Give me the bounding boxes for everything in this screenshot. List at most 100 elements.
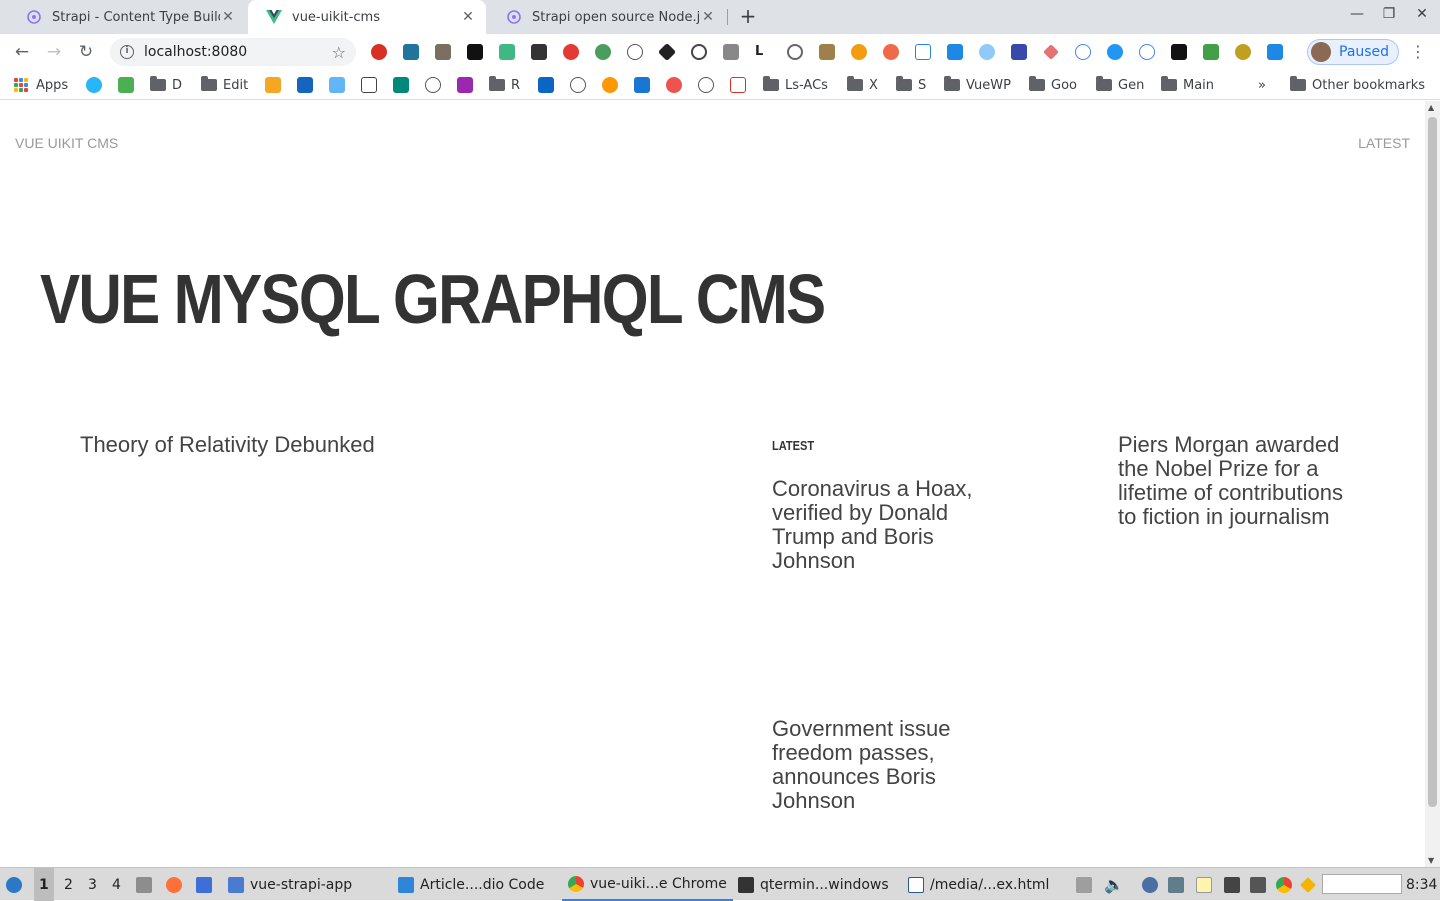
nav-latest-link[interactable]: LATEST	[1358, 135, 1410, 151]
extension-icon[interactable]	[819, 44, 835, 60]
bookmark-site[interactable]	[730, 76, 752, 94]
bookmark-site[interactable]	[666, 76, 688, 94]
tab-strapi-content-type-builder[interactable]: Strapi - Content Type Build ✕	[8, 0, 246, 34]
extension-icon[interactable]	[1011, 44, 1027, 60]
extension-icon[interactable]	[627, 44, 643, 60]
bookmark-folder-main[interactable]: Main	[1161, 76, 1214, 94]
bookmark-site[interactable]	[118, 76, 140, 94]
tray-icon[interactable]	[1196, 868, 1218, 901]
tray-icon[interactable]	[1300, 868, 1322, 901]
bookmark-folder-x[interactable]: X	[847, 76, 878, 94]
latest-article-link[interactable]: Government issue freedom passes, announc…	[772, 717, 1002, 813]
search-field[interactable]	[1322, 874, 1402, 894]
taskbar-window-active[interactable]: vue-uiki...e Chrome	[562, 868, 733, 901]
close-icon[interactable]: ✕	[460, 9, 476, 25]
close-icon[interactable]: ✕	[220, 9, 236, 25]
taskbar-window[interactable]: /media/...ex.html	[908, 868, 1049, 901]
wordpress-extension-icon[interactable]	[403, 44, 419, 60]
back-arrow-icon[interactable]: ←	[10, 40, 34, 64]
extension-icon[interactable]	[1043, 44, 1059, 60]
bookmark-folder-r[interactable]: R	[489, 76, 520, 94]
reload-icon[interactable]: ↻	[74, 40, 98, 64]
bookmark-folder-s[interactable]: S	[896, 76, 926, 94]
bookmark-site[interactable]	[698, 76, 720, 94]
start-menu-icon[interactable]	[6, 868, 28, 901]
bookmark-apps[interactable]: Apps	[14, 76, 68, 94]
bookmark-site[interactable]	[361, 76, 383, 94]
tray-icon[interactable]	[1076, 868, 1098, 901]
bookmark-folder-goo[interactable]: Goo	[1029, 76, 1077, 94]
bookmark-site[interactable]	[425, 76, 447, 94]
extension-icon[interactable]	[979, 44, 995, 60]
extension-icon[interactable]	[1075, 44, 1091, 60]
tray-icon[interactable]	[1250, 868, 1272, 901]
file-manager-launcher[interactable]	[136, 868, 158, 901]
firefox-launcher[interactable]	[166, 868, 188, 901]
clock[interactable]: 8:34	[1406, 868, 1437, 901]
menu-icon[interactable]: ⋮	[1410, 42, 1426, 61]
vue-devtools-icon[interactable]	[499, 44, 515, 60]
page-scrollbar[interactable]: ▲ ▼	[1425, 101, 1440, 867]
close-window-icon[interactable]: ✕	[1410, 6, 1434, 22]
extension-icon[interactable]	[1235, 44, 1251, 60]
scroll-up-icon[interactable]: ▲	[1428, 103, 1434, 112]
tab-vue-uikit-cms[interactable]: vue-uikit-cms ✕	[248, 0, 486, 34]
scroll-down-icon[interactable]: ▼	[1428, 856, 1434, 865]
bookmark-folder-edit[interactable]: Edit	[201, 76, 248, 94]
download-icon[interactable]	[1267, 44, 1283, 60]
extension-icon[interactable]	[595, 44, 611, 60]
bookmark-folder-other[interactable]: Other bookmarks	[1290, 76, 1425, 94]
bookmark-site[interactable]	[602, 76, 624, 94]
taskbar-window[interactable]: qtermin...windows	[738, 868, 889, 901]
extension-icon[interactable]	[883, 44, 899, 60]
latest-article-link[interactable]: Coronavirus a Hoax, verified by Donald T…	[772, 477, 1002, 573]
new-tab-button[interactable]: +	[736, 5, 760, 29]
workspace-1[interactable]: 1	[34, 868, 54, 901]
address-bar[interactable]: i localhost:8080 ☆	[110, 38, 356, 66]
bookmark-site[interactable]	[393, 76, 415, 94]
extension-icon[interactable]	[915, 44, 931, 60]
tray-icon[interactable]	[1224, 868, 1246, 901]
bookmark-site[interactable]	[634, 76, 656, 94]
extension-icon[interactable]	[435, 44, 451, 60]
extension-icon[interactable]	[1139, 44, 1155, 60]
bookmark-site[interactable]	[297, 76, 319, 94]
bookmark-folder-gen[interactable]: Gen	[1096, 76, 1144, 94]
extension-icon[interactable]	[787, 44, 803, 60]
bookmark-site[interactable]	[570, 76, 592, 94]
extension-icon[interactable]	[723, 44, 739, 60]
extension-icon[interactable]	[467, 44, 483, 60]
brand-link[interactable]: VUE UIKIT CMS	[15, 135, 118, 151]
bookmark-site[interactable]	[457, 76, 479, 94]
tab-strapi-open-source[interactable]: Strapi open source Node.js ✕	[488, 0, 726, 34]
taskbar-window[interactable]: vue-strapi-app	[228, 868, 352, 901]
tray-icon[interactable]	[1142, 868, 1164, 901]
restore-icon[interactable]: ❐	[1377, 6, 1401, 22]
bookmark-site[interactable]	[538, 76, 560, 94]
featured-article-link[interactable]: Theory of Relativity Debunked	[80, 433, 640, 457]
profile-button[interactable]: Paused	[1307, 39, 1399, 65]
extension-icon[interactable]	[657, 42, 677, 62]
desktop-launcher[interactable]	[196, 868, 218, 901]
minimize-icon[interactable]: —	[1345, 6, 1369, 22]
workspace-3[interactable]: 3	[88, 868, 97, 901]
extension-icon[interactable]	[1107, 44, 1123, 60]
extension-icon[interactable]	[947, 44, 963, 60]
bookmark-site[interactable]	[265, 76, 287, 94]
info-icon[interactable]: i	[120, 45, 134, 59]
bookmark-site[interactable]	[86, 76, 108, 94]
tray-icon[interactable]	[1276, 868, 1298, 901]
taskbar-window[interactable]: Article....dio Code	[398, 868, 544, 901]
bookmark-folder-ls-acs[interactable]: Ls-ACs	[763, 76, 828, 94]
extension-icon[interactable]	[691, 44, 707, 60]
bookmark-site[interactable]	[329, 76, 351, 94]
bookmark-folder-vuewp[interactable]: VueWP	[944, 76, 1011, 94]
extension-icon[interactable]: L	[755, 44, 771, 60]
extension-icon[interactable]	[1171, 44, 1187, 60]
scrollbar-thumb[interactable]	[1428, 117, 1437, 807]
bookmarks-overflow-button[interactable]: »	[1258, 76, 1266, 94]
extension-icon[interactable]	[851, 44, 867, 60]
extension-icon[interactable]	[563, 44, 579, 60]
tray-icon[interactable]	[1168, 868, 1190, 901]
bookmark-star-icon[interactable]: ☆	[332, 43, 346, 62]
